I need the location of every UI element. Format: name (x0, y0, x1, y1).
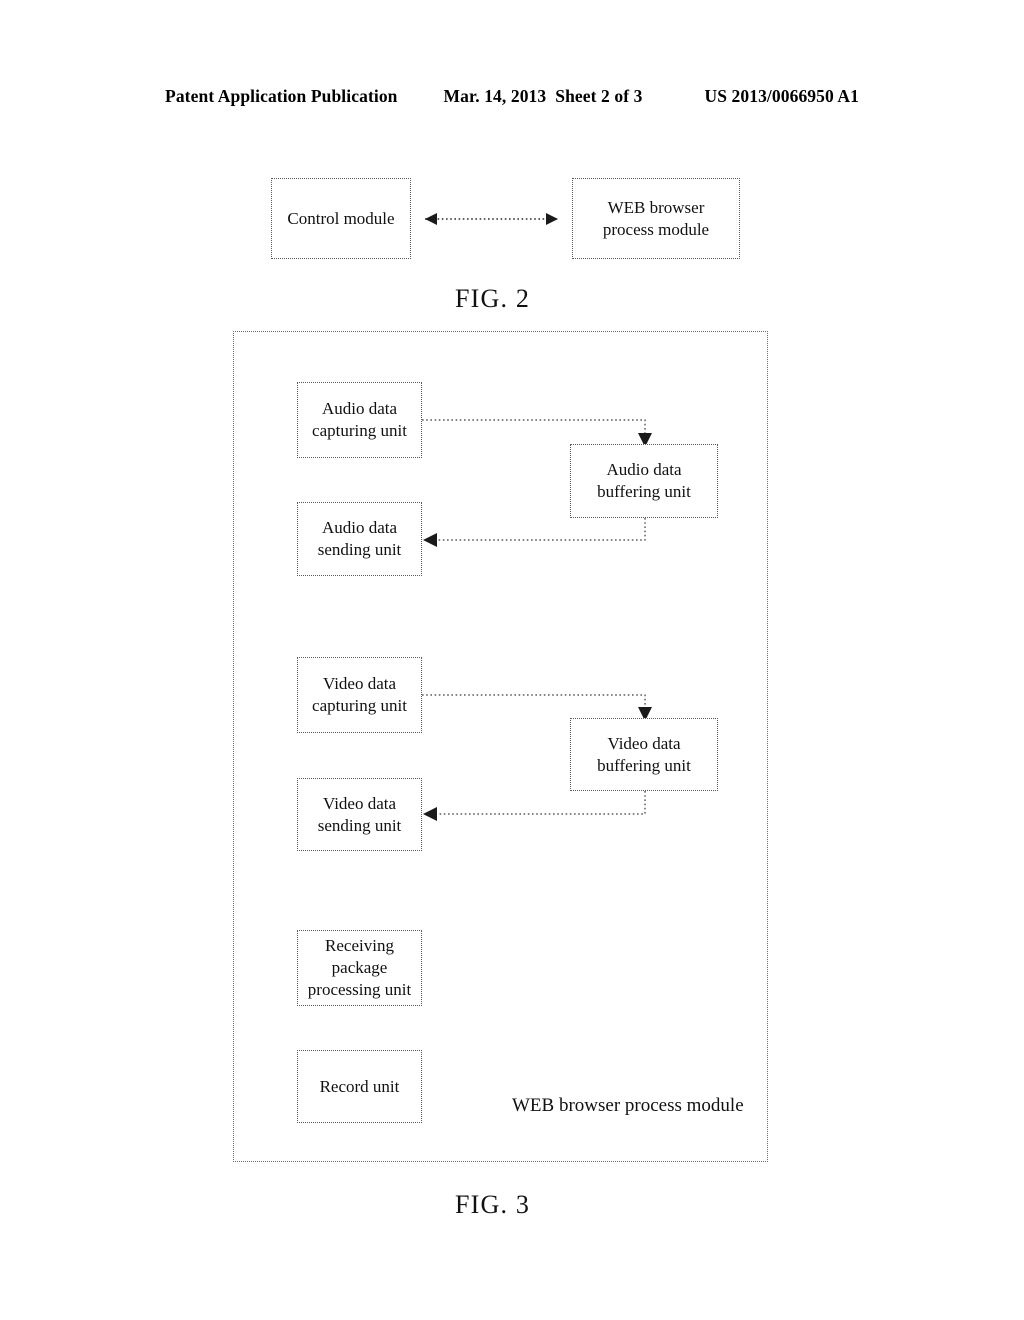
figure-2-caption: FIG. 2 (455, 284, 531, 313)
web-browser-process-module-box: WEB browser process module (572, 178, 740, 259)
video-data-sending-unit-line2: sending unit (317, 815, 402, 835)
bidirectional-connector (425, 213, 558, 225)
video-data-sending-unit-line1: Video data (322, 793, 397, 813)
arrowhead-left-icon (425, 213, 437, 225)
arrowhead-right-icon (546, 213, 558, 225)
web-browser-process-module-label-line2: process module (602, 219, 710, 239)
video-data-capturing-unit-line2: capturing unit (312, 696, 407, 715)
audio-data-sending-unit-box: Audio data sending unit (297, 502, 422, 576)
control-module-label: Control module (287, 208, 395, 228)
audio-data-sending-unit-line1: Audio data (321, 518, 398, 538)
video-data-buffering-unit-line1: Video data (607, 733, 681, 753)
receiving-package-processing-unit-line1: Receiving (325, 936, 394, 956)
sheet-number: Sheet 2 of 3 (555, 86, 643, 106)
publication-date: Mar. 14, 2013 (443, 86, 547, 106)
web-browser-process-module-label: WEB browser process module (603, 197, 709, 241)
audio-data-buffering-unit-line1: Audio data (606, 460, 682, 480)
video-data-buffering-unit-label: Video data buffering unit (597, 733, 691, 777)
video-data-buffering-unit-line2: buffering unit (597, 755, 691, 775)
web-browser-process-module-label-line1: WEB browser (607, 197, 705, 217)
record-unit-box: Record unit (297, 1050, 422, 1123)
audio-data-buffering-unit-line2: buffering unit (597, 482, 691, 501)
receiving-package-processing-unit-label: Receiving package processing unit (308, 935, 411, 1000)
audio-data-sending-unit-label: Audio data sending unit (318, 517, 402, 561)
video-data-capturing-unit-line1: Video data (322, 674, 397, 694)
receiving-package-processing-unit-line2: package (331, 958, 388, 978)
audio-data-capturing-unit-line1: Audio data (321, 399, 398, 419)
figure-3-caption: FIG. 3 (455, 1190, 531, 1219)
receiving-package-processing-unit-box: Receiving package processing unit (297, 930, 422, 1006)
audio-data-capturing-unit-label: Audio data capturing unit (312, 398, 407, 442)
video-data-capturing-unit-box: Video data capturing unit (297, 657, 422, 733)
audio-data-sending-unit-line2: sending unit (317, 540, 402, 559)
record-unit-label: Record unit (319, 1076, 400, 1096)
audio-data-capturing-unit-line2: capturing unit (312, 421, 407, 440)
page-header: Patent Application Publication Mar. 14, … (0, 86, 1024, 112)
publication-date-sheet: Mar. 14, 2013 Sheet 2 of 3 (444, 86, 643, 107)
web-browser-process-module-container-label: WEB browser process module (512, 1095, 744, 1116)
video-data-capturing-unit-label: Video data capturing unit (312, 673, 407, 717)
audio-data-capturing-unit-box: Audio data capturing unit (297, 382, 422, 458)
audio-data-buffering-unit-box: Audio data buffering unit (570, 444, 718, 518)
video-data-sending-unit-box: Video data sending unit (297, 778, 422, 851)
patent-number: US 2013/0066950 A1 (704, 86, 859, 106)
receiving-package-processing-unit-line3: processing unit (307, 979, 412, 999)
audio-data-buffering-unit-label: Audio data buffering unit (597, 459, 691, 503)
publication-title: Patent Application Publication (165, 86, 398, 106)
control-module-box: Control module (271, 178, 411, 259)
video-data-sending-unit-label: Video data sending unit (318, 793, 402, 837)
video-data-buffering-unit-box: Video data buffering unit (570, 718, 718, 791)
